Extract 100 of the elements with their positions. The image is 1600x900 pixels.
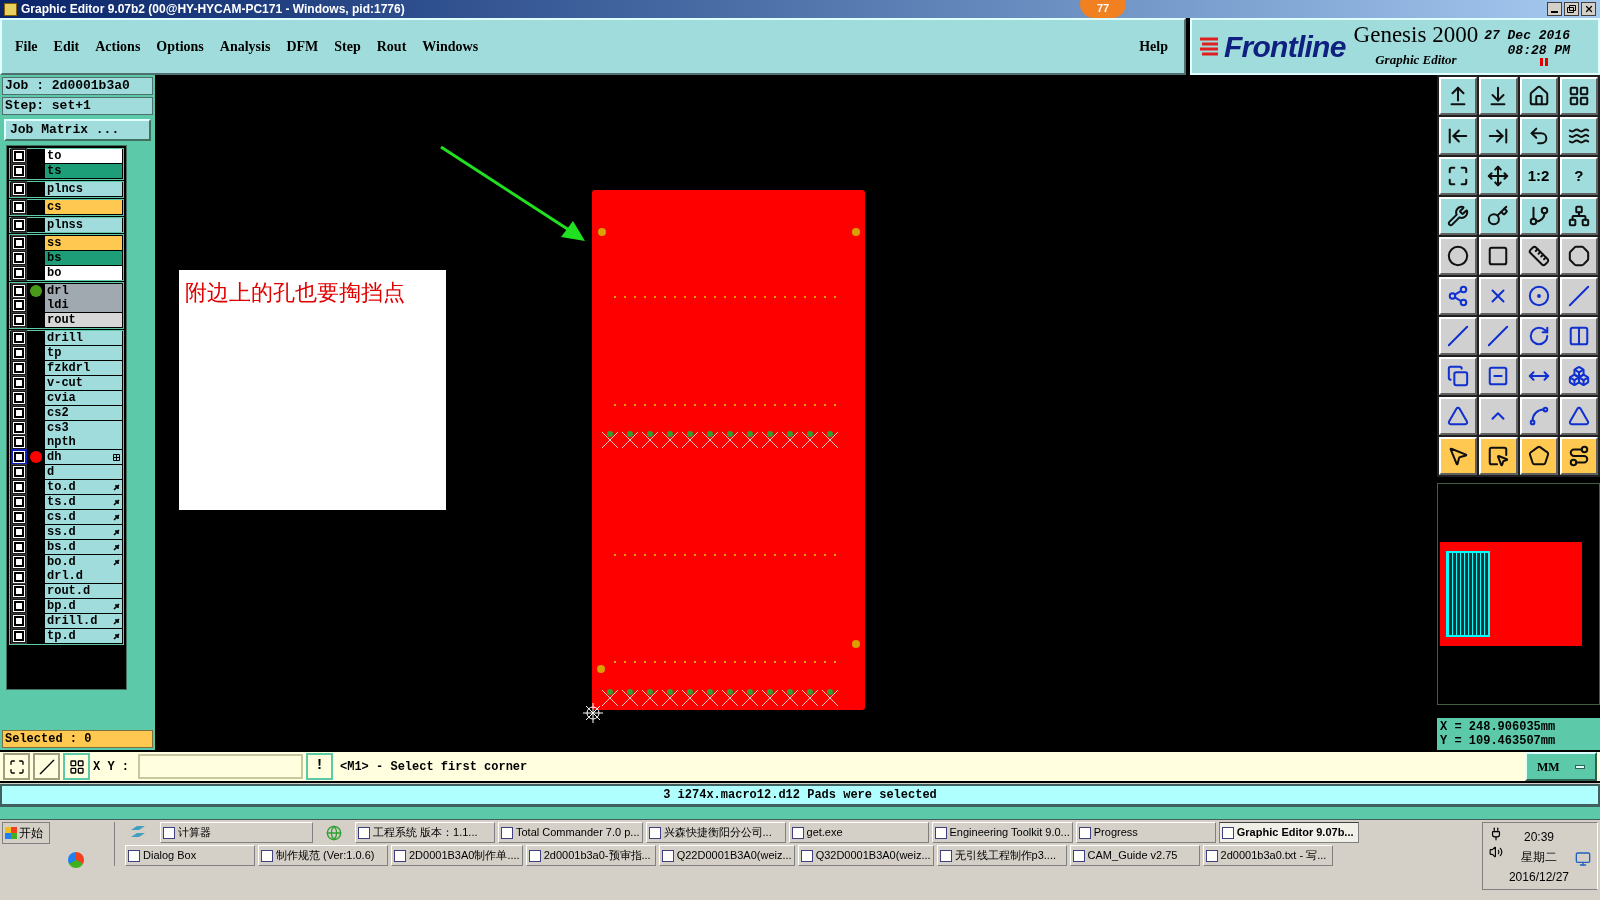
taskbar-button[interactable]: Dialog Box bbox=[125, 845, 255, 866]
units-dropdown[interactable]: MM bbox=[1525, 752, 1597, 781]
taskbar-button[interactable]: 2d0001b3a0-预审指... bbox=[525, 845, 656, 866]
toolbar-button[interactable]: ? bbox=[1559, 157, 1598, 195]
toolbar-button[interactable] bbox=[1479, 277, 1518, 315]
layer-name[interactable]: tp.d bbox=[45, 629, 122, 644]
minimize-button[interactable] bbox=[1547, 2, 1562, 16]
layer-name[interactable]: d bbox=[45, 465, 122, 480]
taskbar-button[interactable]: 无引线工程制作p3.... bbox=[936, 845, 1067, 866]
layer-name[interactable]: bp.d bbox=[45, 599, 122, 614]
layer-name[interactable]: plncs bbox=[45, 182, 122, 197]
toolbar-button[interactable] bbox=[1519, 317, 1558, 355]
taskbar-button[interactable]: get.exe bbox=[788, 822, 929, 843]
toolbar-button[interactable] bbox=[1519, 197, 1558, 235]
toolbar-button[interactable] bbox=[1439, 117, 1478, 155]
layer-name[interactable]: bs bbox=[45, 250, 122, 265]
layer-name[interactable]: tp bbox=[45, 346, 122, 361]
taskbar-button[interactable]: Q32D0001B3A0(weiz... bbox=[797, 845, 934, 866]
toolbar-button[interactable] bbox=[1439, 357, 1478, 395]
toolbar-button[interactable] bbox=[1479, 117, 1518, 155]
menu-item[interactable]: Actions bbox=[94, 36, 142, 57]
toolbar-button[interactable] bbox=[1439, 437, 1478, 475]
taskbar-button[interactable]: 2D0001B3A0制作单.... bbox=[391, 845, 523, 866]
toolbar-button[interactable] bbox=[1439, 77, 1478, 115]
taskbar-button[interactable]: CAM_Guide v2.75 bbox=[1069, 845, 1200, 866]
toolbar-button[interactable] bbox=[1559, 77, 1598, 115]
layer-name[interactable]: bo.d bbox=[45, 554, 122, 569]
layer-name[interactable]: drill.d bbox=[45, 614, 122, 629]
toolbar-button[interactable] bbox=[1559, 277, 1598, 315]
toolbar-button[interactable] bbox=[1479, 237, 1518, 275]
toolbar-button[interactable] bbox=[1559, 397, 1598, 435]
toolbar-button[interactable] bbox=[1479, 77, 1518, 115]
menu-item[interactable]: Analysis bbox=[218, 36, 272, 57]
taskbar-button[interactable]: 2d0001b3a0.txt - 写... bbox=[1202, 845, 1333, 866]
menu-item[interactable]: Step bbox=[333, 36, 362, 57]
layer-name[interactable]: drl.d bbox=[45, 569, 122, 584]
toolbar-button[interactable] bbox=[1439, 397, 1478, 435]
layer-name[interactable]: dh bbox=[45, 450, 122, 465]
taskbar-button[interactable]: Q22D0001B3A0(weiz... bbox=[658, 845, 795, 866]
layer-name[interactable]: rout bbox=[45, 313, 122, 328]
toolbar-button[interactable] bbox=[1559, 317, 1598, 355]
grid-snap-button[interactable] bbox=[63, 753, 90, 780]
toolbar-button[interactable] bbox=[1439, 197, 1478, 235]
layer-name[interactable]: npth bbox=[45, 435, 122, 450]
layer-name[interactable]: cs2 bbox=[45, 405, 122, 420]
layer-name[interactable]: to bbox=[45, 149, 122, 164]
taskbar-button[interactable]: 兴森快捷衡阳分公司... bbox=[645, 822, 786, 843]
coordinate-input[interactable] bbox=[138, 754, 303, 779]
taskbar-button[interactable]: Engineering Toolkit 9.0... bbox=[931, 822, 1073, 843]
layer-name[interactable]: cvia bbox=[45, 390, 122, 405]
menu-item[interactable]: Windows bbox=[421, 36, 480, 57]
menu-item[interactable]: Options bbox=[155, 36, 205, 57]
layer-name[interactable]: ts bbox=[45, 164, 122, 179]
toolbar-button[interactable] bbox=[1519, 117, 1558, 155]
toolbar-button[interactable] bbox=[1479, 157, 1518, 195]
layer-name[interactable]: cs bbox=[45, 200, 122, 215]
taskbar-button[interactable]: 制作规范 (Ver:1.0.6) bbox=[258, 845, 388, 866]
toolbar-button[interactable] bbox=[1479, 437, 1518, 475]
layer-name[interactable]: drl bbox=[45, 283, 122, 298]
toolbar-button[interactable] bbox=[1439, 277, 1478, 315]
layer-name[interactable]: cs.d bbox=[45, 509, 122, 524]
menu-item[interactable]: File bbox=[14, 36, 39, 57]
zoom-icon-button[interactable] bbox=[3, 753, 30, 780]
toolbar-button[interactable] bbox=[1479, 317, 1518, 355]
layer-name[interactable]: ts.d bbox=[45, 495, 122, 510]
layer-name[interactable]: bs.d bbox=[45, 539, 122, 554]
layer-name[interactable]: to.d bbox=[45, 480, 122, 495]
taskbar-button[interactable]: 计算器 bbox=[160, 822, 313, 843]
toolbar-button[interactable] bbox=[1559, 237, 1598, 275]
layer-name[interactable]: fzkdrl bbox=[45, 361, 122, 375]
close-button[interactable] bbox=[1581, 2, 1596, 16]
start-button[interactable]: 开始 bbox=[2, 822, 50, 844]
layer-name[interactable]: v-cut bbox=[45, 375, 122, 390]
toolbar-button[interactable] bbox=[1519, 397, 1558, 435]
toolbar-button[interactable]: 1:2 bbox=[1519, 157, 1558, 195]
toolbar-button[interactable] bbox=[1519, 437, 1558, 475]
layer-name[interactable]: drill bbox=[45, 331, 122, 346]
menu-item[interactable]: Rout bbox=[375, 36, 408, 57]
toolbar-button[interactable] bbox=[1439, 317, 1478, 355]
toolbar-button[interactable] bbox=[1519, 357, 1558, 395]
toolbar-button[interactable] bbox=[1519, 277, 1558, 315]
toolbar-button[interactable] bbox=[1519, 237, 1558, 275]
help-menu-item[interactable]: Help bbox=[1139, 36, 1168, 57]
layer-name[interactable]: rout.d bbox=[45, 584, 122, 599]
toolbar-button[interactable] bbox=[1479, 397, 1518, 435]
taskbar-button[interactable]: Progress bbox=[1075, 822, 1216, 843]
layer-name[interactable]: ss.d bbox=[45, 524, 122, 539]
layer-name[interactable]: ldi bbox=[45, 298, 122, 313]
toolbar-button[interactable] bbox=[1479, 357, 1518, 395]
layer-name[interactable]: cs3 bbox=[45, 420, 122, 435]
angle-icon-button[interactable] bbox=[33, 753, 60, 780]
layer-name[interactable]: bo bbox=[45, 265, 122, 280]
taskbar-button[interactable]: Graphic Editor 9.07b... bbox=[1218, 822, 1359, 843]
toolbar-button[interactable] bbox=[1559, 117, 1598, 155]
toolbar-button[interactable] bbox=[1559, 437, 1598, 475]
menu-item[interactable]: Edit bbox=[52, 36, 81, 57]
toolbar-button[interactable] bbox=[1439, 157, 1478, 195]
toolbar-button[interactable] bbox=[1519, 77, 1558, 115]
toolbar-button[interactable] bbox=[1559, 357, 1598, 395]
taskbar-button[interactable]: Total Commander 7.0 p... bbox=[498, 822, 643, 843]
